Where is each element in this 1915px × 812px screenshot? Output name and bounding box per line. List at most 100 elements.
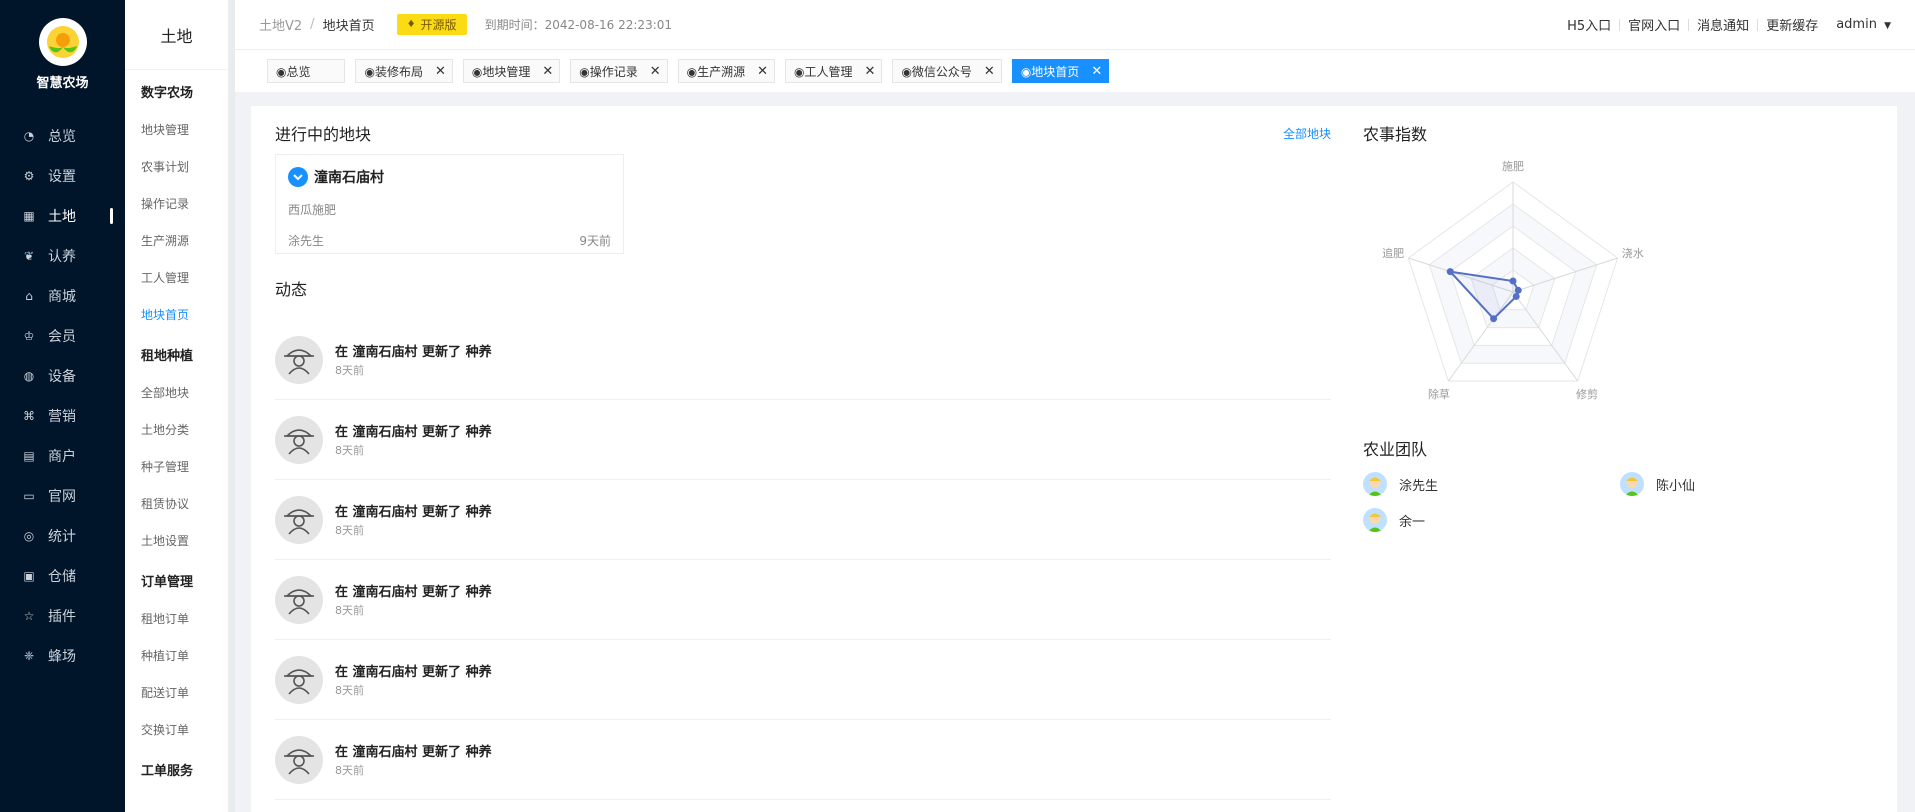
clear-cache-link[interactable]: 更新缓存: [1758, 15, 1826, 34]
nav-item-4[interactable]: ⌂ 商城: [0, 276, 125, 316]
feed-body: 在 潼南石庙村 更新了 种养 8天前: [335, 581, 492, 618]
feed-item[interactable]: 在 潼南石庙村 更新了 种养 8天前: [275, 400, 1331, 480]
nav-item-3[interactable]: ❦ 认养: [0, 236, 125, 276]
sidebar-scrollbar[interactable]: [229, 0, 235, 812]
nav-item-13[interactable]: ❈ 蜂场: [0, 636, 125, 676]
nav-item-6[interactable]: ◍ 设备: [0, 356, 125, 396]
plot-card[interactable]: 潼南石庙村 西瓜施肥 涂先生 9天前: [275, 154, 624, 254]
farmer-avatar-icon: [275, 575, 323, 624]
sunflower-logo-icon: [38, 17, 87, 66]
tab-6[interactable]: ◉微信公众号 ✕: [892, 59, 1002, 83]
website-entry-link[interactable]: 官网入口: [1620, 15, 1688, 34]
tab-label: ◉生产溯源: [686, 64, 746, 79]
left-column: 进行中的地块 全部地块 潼南石庙村 西瓜施肥 涂先生 9天前 动态 在 潼南石庙…: [275, 106, 1331, 800]
nav-item-2[interactable]: ▦ 土地: [0, 196, 125, 236]
nav-item-1[interactable]: ⚙ 设置: [0, 156, 125, 196]
feed-text: 在 潼南石庙村 更新了 种养: [335, 425, 492, 440]
team-member[interactable]: 涂先生: [1363, 472, 1620, 496]
feed-item[interactable]: 在 潼南石庙村 更新了 种养 8天前: [275, 640, 1331, 720]
nav-item-12[interactable]: ☆ 插件: [0, 596, 125, 636]
close-icon[interactable]: ✕: [435, 64, 446, 79]
sub-nav-item[interactable]: 农事计划: [125, 148, 228, 185]
sub-nav-item[interactable]: 操作记录: [125, 185, 228, 222]
feed-time: 8天前: [335, 444, 364, 457]
tab-1[interactable]: ◉装修布局 ✕: [355, 59, 453, 83]
expire-time: 到期时间：2042-08-16 22:23:01: [484, 18, 673, 32]
radar-data-point: [1446, 268, 1454, 276]
sub-nav-item[interactable]: 地块首页: [125, 296, 228, 333]
sub-nav-item[interactable]: 地块管理: [125, 111, 228, 148]
radar-indicator-label: 施肥: [1502, 160, 1524, 173]
feed-text: 在 潼南石庙村 更新了 种养: [335, 745, 492, 760]
brand-name: 智慧农场: [36, 75, 89, 91]
close-icon[interactable]: ✕: [542, 64, 553, 79]
sub-nav-item[interactable]: 租地订单: [125, 600, 228, 637]
feed-body: 在 潼南石庙村 更新了 种养 8天前: [335, 741, 492, 778]
sub-nav-item[interactable]: 种子管理: [125, 448, 228, 485]
page-tabs: ◉总览 ◉装修布局 ✕ ◉地块管理 ✕ ◉操作记录 ✕ ◉生产溯源 ✕ ◉工人管理 ✕ ◉微信公众号 ✕…: [235, 50, 1915, 92]
close-icon[interactable]: ✕: [865, 64, 876, 79]
close-icon[interactable]: ✕: [650, 64, 661, 79]
feed-item[interactable]: 在 潼南石庙村 更新了 种养 8天前: [275, 320, 1331, 400]
tab-7[interactable]: ◉地块首页 ✕: [1011, 59, 1110, 83]
diamond-icon: ♦: [406, 19, 416, 30]
feed-item[interactable]: 在 潼南石庙村 更新了 种养 8天前: [275, 560, 1331, 640]
bee-icon: ❈: [23, 649, 35, 663]
notifications-link[interactable]: 消息通知: [1689, 15, 1757, 34]
nav-item-8[interactable]: ▤ 商户: [0, 436, 125, 476]
nav-item-label: 会员: [48, 329, 76, 345]
sub-nav-item[interactable]: 种植订单: [125, 637, 228, 674]
paw-icon: ❦: [23, 249, 35, 263]
nav-item-7[interactable]: ⌘ 营销: [0, 396, 125, 436]
nav-item-11[interactable]: ▣ 仓储: [0, 556, 125, 596]
caret-down-icon: ▼: [1884, 21, 1891, 31]
breadcrumb-root[interactable]: 土地V2: [259, 15, 302, 34]
nav-item-5[interactable]: ♔ 会员: [0, 316, 125, 356]
close-icon[interactable]: ✕: [757, 64, 768, 79]
stats-icon: ◎: [23, 529, 35, 543]
dynamics-title: 动态: [275, 280, 308, 299]
sub-nav-item[interactable]: 工人管理: [125, 259, 228, 296]
sub-group-title: 租地种植: [141, 349, 194, 364]
nav-item-9[interactable]: ▭ 官网: [0, 476, 125, 516]
sub-nav-item[interactable]: 土地分类: [125, 411, 228, 448]
feed-item[interactable]: 在 潼南石庙村 更新了 种养 8天前: [275, 480, 1331, 560]
storage-icon: ▣: [23, 569, 35, 583]
tab-label: ◉总览: [276, 64, 311, 79]
tab-4[interactable]: ◉生产溯源 ✕: [677, 59, 776, 83]
nav-item-0[interactable]: ◔ 总览: [0, 116, 125, 156]
breadcrumb: 土地V2 / 地块首页: [259, 15, 375, 34]
team-member[interactable]: 陈小仙: [1620, 472, 1877, 496]
main-sidebar: 智慧农场 ◔ 总览 ⚙ 设置 ▦ 土地 ❦ 认养 ⌂ 商城 ♔ 会员 ◍ 设备 ⌘ 营销 ▤ 商户 ▭ 官网 ◎ 统计 ▣ 仓…: [0, 0, 125, 812]
radar-chart-container: 施肥 浇水 修剪 除草 追肥: [1363, 158, 1883, 422]
close-icon[interactable]: ✕: [984, 64, 995, 79]
tab-2[interactable]: ◉地块管理 ✕: [462, 59, 561, 83]
feed-text: 在 潼南石庙村 更新了 种养: [335, 585, 492, 600]
brand-logo[interactable]: 智慧农场: [0, 0, 125, 100]
team-member[interactable]: 余一: [1363, 508, 1620, 532]
nav-item-label: 仓储: [48, 569, 76, 585]
header-links: H5入口 官网入口 消息通知 更新缓存 admin ▼: [1559, 15, 1891, 34]
close-icon[interactable]: ✕: [1091, 64, 1102, 79]
sub-nav-item[interactable]: 租赁协议: [125, 485, 228, 522]
tab-0[interactable]: ◉总览: [267, 59, 346, 83]
team-list: 涂先生 陈小仙 余一: [1363, 472, 1883, 532]
sub-nav-item[interactable]: 全部地块: [125, 374, 228, 411]
h5-entry-link[interactable]: H5入口: [1559, 15, 1619, 34]
tab-5[interactable]: ◉工人管理 ✕: [785, 59, 883, 83]
all-plots-link[interactable]: 全部地块: [1283, 125, 1331, 142]
member-avatar-icon: [1363, 508, 1387, 532]
farmer-avatar-icon: [275, 495, 323, 544]
tab-3[interactable]: ◉操作记录 ✕: [570, 59, 668, 83]
user-menu[interactable]: admin ▼: [1826, 17, 1891, 32]
shop-icon: ⌂: [25, 289, 33, 303]
device-icon: ◍: [23, 369, 35, 383]
nav-item-label: 商户: [48, 449, 76, 465]
sub-nav-item[interactable]: 生产溯源: [125, 222, 228, 259]
sub-nav-item[interactable]: 交换订单: [125, 711, 228, 748]
tab-label: ◉装修布局: [364, 64, 423, 79]
feed-item[interactable]: 在 潼南石庙村 更新了 种养 8天前: [275, 720, 1331, 800]
nav-item-10[interactable]: ◎ 统计: [0, 516, 125, 556]
sub-nav-item[interactable]: 配送订单: [125, 674, 228, 711]
sub-nav-item[interactable]: 土地设置: [125, 522, 228, 559]
